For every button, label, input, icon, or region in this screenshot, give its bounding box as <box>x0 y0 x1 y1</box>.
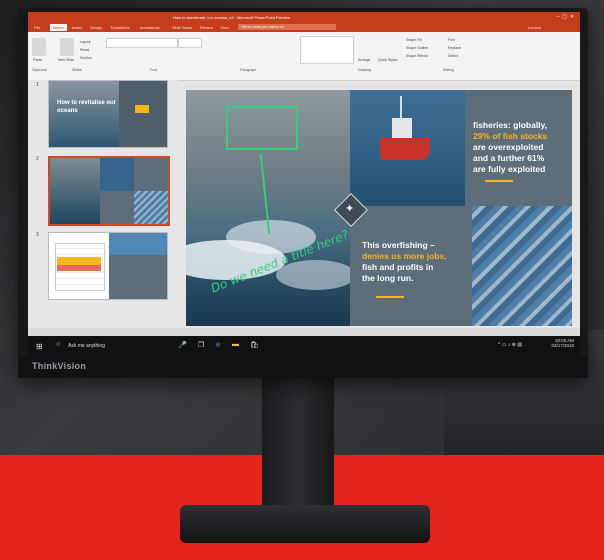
monitor-stand-neck <box>262 378 334 518</box>
tab-review[interactable]: Review <box>200 25 213 30</box>
font-format-buttons[interactable] <box>106 52 196 60</box>
fish-glyph-icon: ✦ <box>345 203 355 215</box>
paragraph-buttons[interactable] <box>218 38 288 60</box>
tab-home[interactable]: Home <box>50 24 67 31</box>
overfishing-panel: This overfishing – denies us more jobs, … <box>350 206 472 326</box>
ribbon-tabs: File Home Insert Design Transitions Anim… <box>28 23 580 32</box>
edge-icon[interactable]: e <box>216 340 220 349</box>
slide-thumbnail-2[interactable] <box>48 156 170 226</box>
stat-line-3: are overexploited <box>473 142 544 152</box>
thumbnail-title: How to revitalise our oceans <box>57 100 117 114</box>
replace-button[interactable]: Replace <box>448 46 461 50</box>
monitor-bezel <box>18 356 588 378</box>
font-size-select[interactable] <box>178 38 202 48</box>
underline-accent <box>376 296 404 298</box>
task-view-icon[interactable]: ❐ <box>198 341 204 349</box>
fish-catch-photo <box>472 206 572 326</box>
font-name-select[interactable] <box>106 38 178 48</box>
new-slide-icon[interactable] <box>60 38 74 56</box>
tab-slide-show[interactable]: Slide Show <box>172 25 192 30</box>
microphone-icon[interactable]: 🎤 <box>178 341 187 349</box>
arrange-button[interactable]: Arrange <box>358 58 370 62</box>
user-name[interactable]: Lenovo <box>528 25 541 30</box>
stat-line-2: 29% of fish stocks <box>473 131 548 141</box>
section-button[interactable]: Section <box>80 56 92 60</box>
overfishing-line-1: This overfishing – <box>362 240 435 250</box>
stat-panel: fisheries: globally, 29% of fish stocks … <box>465 90 572 206</box>
monitor-brand: ThinkVision <box>32 361 87 371</box>
slide-thumbnail-1[interactable]: How to revitalise our oceans <box>48 80 168 148</box>
paste-icon[interactable] <box>32 38 46 56</box>
shape-fill-button[interactable]: Shape Fill <box>406 38 422 42</box>
main-slide[interactable]: Do we need a title here? fisheries: glob… <box>186 90 572 326</box>
reset-button[interactable]: Reset <box>80 48 89 52</box>
group-drawing: Drawing <box>358 68 371 72</box>
shape-effects-button[interactable]: Shape Effects <box>406 54 428 58</box>
shapes-gallery[interactable] <box>300 36 354 64</box>
clock-date: 03/17/2019 <box>551 343 574 348</box>
ppt-title-bar: How to accelerate: our oceans_v3 - Micro… <box>28 12 580 23</box>
tab-transitions[interactable]: Transitions <box>110 25 129 30</box>
group-slides: Slides <box>72 68 82 72</box>
thumbnail-number: 2 <box>36 156 39 162</box>
handwritten-box <box>226 106 298 150</box>
system-tray-icons[interactable]: ^ ▭ ♪ ⊕ ▤ <box>498 342 522 348</box>
taskbar-search[interactable]: Ask me anything <box>68 343 105 349</box>
select-button[interactable]: Select <box>448 54 458 58</box>
tell-me-input[interactable]: Tell me what you want to do <box>238 24 336 30</box>
monitor-screen: How to accelerate: our oceans_v3 - Micro… <box>28 12 580 356</box>
layout-button[interactable]: Layout <box>80 40 91 44</box>
monitor-stand-base <box>180 505 430 543</box>
fishing-boat-photo <box>350 90 465 206</box>
tab-insert[interactable]: Insert <box>72 25 82 30</box>
shape-outline-button[interactable]: Shape Outline <box>406 46 428 50</box>
paste-button[interactable]: Paste <box>33 58 42 62</box>
window-title: How to accelerate: our oceans_v3 - Micro… <box>173 15 291 20</box>
slide-thumbnail-pane: 1 How to revitalise our oceans 2 3 <box>28 80 178 336</box>
quick-styles-button[interactable]: Quick Styles <box>378 58 397 62</box>
stat-line-5: are fully exploited <box>473 164 546 174</box>
slide-thumbnail-3[interactable] <box>48 232 168 300</box>
thumbnail-number: 1 <box>36 82 39 88</box>
ribbon: Paste New Slide Layout Reset Section Arr… <box>28 32 580 81</box>
store-icon[interactable]: 🛍 <box>250 341 259 349</box>
group-editing: Editing <box>443 68 454 72</box>
clock[interactable]: 10:00 AM 03/17/2019 <box>551 338 574 348</box>
underline-accent <box>485 180 513 182</box>
file-explorer-icon[interactable]: ▬ <box>232 341 239 348</box>
windows-start-icon[interactable]: ⊞ <box>36 342 43 351</box>
thumbnail-number: 3 <box>36 232 39 238</box>
tab-view[interactable]: View <box>220 25 229 30</box>
group-font: Font <box>150 68 158 72</box>
cortana-icon[interactable]: ○ <box>56 341 60 348</box>
status-bar <box>28 328 580 336</box>
window-controls-icon[interactable]: – ▢ ✕ <box>557 14 574 20</box>
group-paragraph: Paragraph <box>240 68 257 72</box>
windows-taskbar: ⊞ ○ Ask me anything 🎤 ❐ e ▬ 🛍 ^ ▭ ♪ ⊕ ▤ … <box>28 336 580 356</box>
overfishing-line-4: the long run. <box>362 273 414 283</box>
stat-line-4: and a further 61% <box>473 153 545 163</box>
overfishing-line-2: denies us more jobs, <box>362 251 447 261</box>
tab-file[interactable]: File <box>34 25 40 30</box>
overfishing-line-3: fish and profits in <box>362 262 434 272</box>
tab-animations[interactable]: Animations <box>140 25 160 30</box>
stat-line-1: fisheries: globally, <box>473 120 548 130</box>
group-clipboard: Clipboard <box>32 68 47 72</box>
new-slide-button[interactable]: New Slide <box>58 58 74 62</box>
tab-design[interactable]: Design <box>90 25 102 30</box>
find-button[interactable]: Find <box>448 38 455 42</box>
